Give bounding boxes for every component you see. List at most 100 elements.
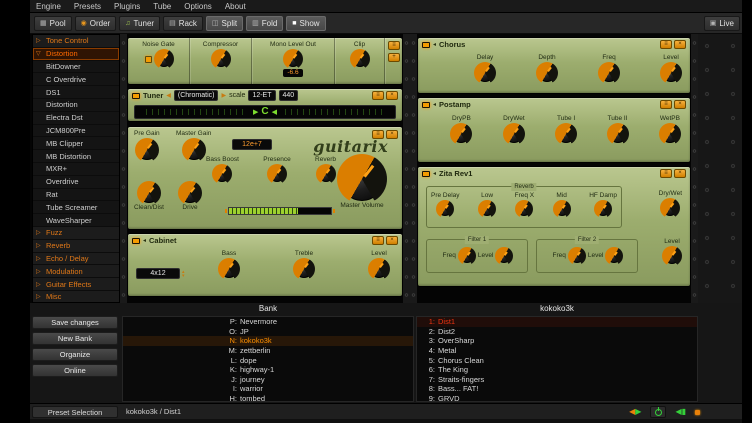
add-plugin-button[interactable]: +	[388, 53, 400, 62]
sidebar-item[interactable]: MXR+	[33, 163, 119, 176]
power-led[interactable]	[422, 42, 430, 48]
menu-item[interactable]: Options	[184, 2, 212, 11]
postamp-knob[interactable]	[452, 125, 470, 143]
preset-row[interactable]: 3: OverSharp	[417, 336, 697, 346]
sidebar-item[interactable]: DS1	[33, 86, 119, 99]
clean-dist-knob[interactable]	[139, 183, 159, 203]
preset-row[interactable]: 8: Bass... FAT!	[417, 384, 697, 394]
fold-icon[interactable]: ◂	[143, 237, 146, 244]
fold-icon[interactable]: ◂	[433, 101, 436, 108]
menu-button[interactable]: ≡	[660, 169, 672, 178]
chorus-knob[interactable]	[538, 64, 556, 82]
preset-row[interactable]: 7: Straits-fingers	[417, 375, 697, 385]
amp-knob[interactable]	[214, 166, 230, 182]
sidebar-item[interactable]: ▽ Distortion	[33, 48, 119, 61]
sidebar-item[interactable]: MB Distortion	[33, 150, 119, 163]
sidebar-item[interactable]: ▷ Modulation	[33, 265, 119, 278]
power-button[interactable]	[650, 406, 666, 418]
pre-gain-knob[interactable]	[137, 140, 157, 160]
sidebar-item[interactable]: ▷ Misc	[33, 291, 119, 303]
zita-knob[interactable]	[517, 202, 531, 216]
preset-selection-label[interactable]: Preset Selection	[32, 406, 118, 418]
menu-button[interactable]: ≡	[372, 91, 384, 100]
cabinet-model[interactable]: 4x12 ▴ ▾	[136, 268, 185, 279]
spin-down-icon[interactable]: ▾	[182, 274, 185, 278]
filter1-freq-knob[interactable]	[460, 249, 474, 263]
chorus-knob[interactable]	[476, 64, 494, 82]
drywet-knob[interactable]	[662, 200, 678, 216]
remove-button[interactable]: ×	[674, 40, 686, 49]
bank-row[interactable]: M: zettberlin	[123, 346, 413, 356]
preset-row[interactable]: 6: The King	[417, 365, 697, 375]
menu-item[interactable]: Engine	[36, 2, 61, 11]
bank-action-button[interactable]: New Bank	[32, 332, 118, 345]
bank-row[interactable]: K: highway-1	[123, 365, 413, 375]
menu-button[interactable]: ≡	[660, 40, 672, 49]
toolbar-button[interactable]: ♫ Tuner	[119, 16, 160, 31]
menu-button[interactable]: ≡	[660, 100, 672, 109]
fx-knob[interactable]	[285, 51, 301, 67]
cabinet-knob[interactable]	[295, 260, 313, 278]
toolbar-button[interactable]: ◉ Order	[75, 16, 117, 31]
remove-button[interactable]: ×	[674, 100, 686, 109]
fx-knob[interactable]	[213, 51, 229, 67]
sidebar-item[interactable]: Distortion	[33, 99, 119, 112]
spinner-icons[interactable]: ▴ ▾	[182, 270, 185, 278]
output-level-knob[interactable]	[664, 248, 680, 264]
fx-knob[interactable]	[352, 51, 368, 67]
temperament-select[interactable]: 12-ET	[248, 90, 275, 101]
fold-icon[interactable]: ◂	[433, 41, 436, 48]
bank-row[interactable]: O: JP	[123, 327, 413, 337]
bank-action-button[interactable]: Organize	[32, 348, 118, 361]
preset-row[interactable]: 9: GRVD	[417, 394, 697, 402]
sidebar-item[interactable]: Tube Screamer	[33, 201, 119, 214]
preset-row[interactable]: 1: Dist1	[417, 317, 697, 327]
menu-item[interactable]: Plugins	[114, 2, 140, 11]
sidebar-item[interactable]: BitDowner	[33, 61, 119, 74]
bank-row[interactable]: L: dope	[123, 355, 413, 365]
tuning-mode-select[interactable]: (Chromatic)	[174, 90, 219, 101]
reference-pitch-field[interactable]: 440	[279, 90, 299, 101]
postamp-knob[interactable]	[557, 125, 575, 143]
zita-knob[interactable]	[555, 202, 569, 216]
power-led[interactable]	[132, 238, 140, 244]
toolbar-button[interactable]: ◫ Split	[206, 16, 243, 31]
sidebar-item[interactable]: Electra Dst	[33, 112, 119, 125]
zita-knob[interactable]	[480, 202, 494, 216]
sidebar-item[interactable]: Rat	[33, 189, 119, 202]
power-led[interactable]	[132, 93, 140, 99]
toolbar-button[interactable]: ▦ Pool	[34, 16, 72, 31]
sidebar-item[interactable]: C Overdrive	[33, 73, 119, 86]
sidebar-item[interactable]: MB Clipper	[33, 137, 119, 150]
toolbar-button[interactable]: ▥ Fold	[246, 16, 283, 31]
sidebar-item[interactable]: WaveSharper	[33, 214, 119, 227]
chorus-knob[interactable]	[600, 64, 618, 82]
io-direction-icon[interactable]: ◀▶	[629, 408, 641, 416]
amp-knob[interactable]	[318, 166, 334, 182]
sidebar-item[interactable]: ▷ Fuzz	[33, 227, 119, 240]
prev-mode-icon[interactable]: ◀	[166, 92, 171, 99]
menu-item[interactable]: Presets	[74, 2, 101, 11]
sidebar-item[interactable]: ▷ Tone Control	[33, 35, 119, 48]
zita-knob[interactable]	[438, 202, 452, 216]
toolbar-button[interactable]: ■ Show	[286, 16, 325, 31]
bank-row[interactable]: N: kokoko3k	[123, 336, 413, 346]
jack-insert-icon[interactable]: ◀▮	[675, 408, 686, 416]
cabinet-model-value[interactable]: 4x12	[136, 268, 180, 279]
menu-item[interactable]: About	[225, 2, 246, 11]
filter2-level-knob[interactable]	[607, 249, 621, 263]
amp-knob[interactable]	[269, 166, 285, 182]
cabinet-knob[interactable]	[370, 260, 388, 278]
cabinet-knob[interactable]	[220, 260, 238, 278]
filter2-freq-knob[interactable]	[570, 249, 584, 263]
power-led[interactable]	[145, 56, 152, 63]
toolbar-button[interactable]: ▤ Rack	[163, 16, 203, 31]
bank-row[interactable]: P: Nevermore	[123, 317, 413, 327]
zita-knob[interactable]	[596, 202, 610, 216]
fold-icon[interactable]: ◂	[433, 170, 436, 177]
drive-knob[interactable]	[180, 183, 200, 203]
power-led[interactable]	[422, 102, 430, 108]
master-gain-knob[interactable]	[184, 140, 204, 160]
next-mode-icon[interactable]: ▶	[221, 92, 226, 99]
sidebar-item[interactable]: ▷ Guitar Effects	[33, 278, 119, 291]
